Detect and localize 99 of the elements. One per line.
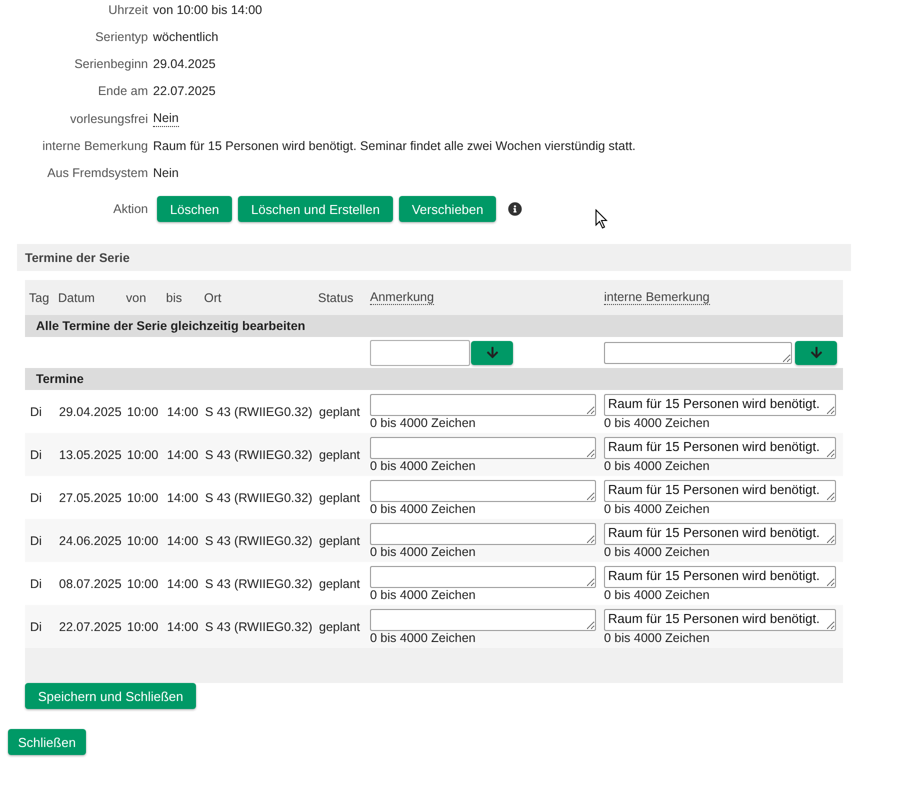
- table-cell-text: 10:00: [126, 404, 160, 418]
- arrow-down-icon: [486, 346, 498, 359]
- table-cell-text: 14:00: [166, 404, 200, 418]
- action-button[interactable]: Verschieben: [398, 196, 496, 222]
- character-hint: 0 bis 4000 Zeichen: [604, 459, 710, 473]
- field-label: Uhrzeit: [107, 3, 148, 18]
- table-cell-text: Di: [29, 448, 43, 462]
- table-cell-text: geplant: [318, 490, 362, 504]
- group-header: Alle Termine der Serie gleichzeitig bearbeiten: [25, 315, 843, 337]
- table-cell-text: 10:00: [126, 620, 160, 634]
- remark-field[interactable]: [370, 394, 596, 416]
- table-cell-text: S 43 (RWIIEG0.32): [204, 534, 314, 548]
- table-cell-text: 08.07.2025: [58, 576, 123, 590]
- table-cell-text: 27.05.2025: [58, 490, 123, 504]
- column-header: interne Bemerkung: [604, 290, 710, 305]
- cursor-icon: [595, 209, 609, 230]
- arrow-down-icon: [810, 346, 822, 359]
- field-value: 22.07.2025: [153, 84, 216, 99]
- table-cell-text: S 43 (RWIIEG0.32): [204, 404, 314, 418]
- table-cell-text: 14:00: [166, 448, 200, 462]
- action-button[interactable]: Löschen und Erstellen: [238, 196, 393, 222]
- group-header: Termine: [25, 368, 843, 390]
- field-value: von 10:00 bis 14:00: [153, 3, 262, 18]
- field-value: Raum für 15 Personen wird benötigt. Seminar findet alle zwei Wochen vierstündig statt.: [153, 139, 636, 154]
- field-label: Serientyp: [94, 30, 148, 45]
- internal-remark-field[interactable]: Raum für 15 Personen wird benötigt.: [604, 609, 836, 631]
- field-label: interne Bemerkung: [41, 139, 148, 154]
- table-cell-text: Di: [29, 490, 43, 504]
- table-cell-text: geplant: [318, 448, 362, 462]
- column-header: Status: [317, 290, 354, 304]
- field-label: Aus Fremdsystem: [46, 166, 148, 181]
- remark-field[interactable]: [370, 480, 596, 502]
- remark-field[interactable]: [370, 437, 596, 459]
- table-cell-text: S 43 (RWIIEG0.32): [204, 576, 314, 590]
- table-cell-text: 14:00: [166, 490, 200, 504]
- remark-field[interactable]: [370, 609, 596, 631]
- character-hint: 0 bis 4000 Zeichen: [604, 502, 710, 516]
- table-cell-text: 29.04.2025: [58, 404, 123, 418]
- table-cell-text: geplant: [318, 534, 362, 548]
- table-cell-text: geplant: [318, 404, 362, 418]
- internal-remark-field[interactable]: Raum für 15 Personen wird benötigt.: [604, 566, 836, 588]
- column-header: bis: [165, 290, 182, 304]
- input-field[interactable]: [370, 340, 470, 366]
- field-value: Nein: [153, 111, 179, 127]
- section-header: Termine der Serie: [17, 244, 851, 271]
- field-label: Aktion: [112, 202, 148, 216]
- field-value: Nein: [153, 166, 179, 181]
- column-header: Tag: [28, 290, 50, 304]
- remark-field[interactable]: [370, 566, 596, 588]
- internal-remark-field[interactable]: Raum für 15 Personen wird benötigt.: [604, 437, 836, 459]
- internal-remark-field[interactable]: Raum für 15 Personen wird benötigt.: [604, 394, 836, 416]
- table-cell-text: 14:00: [166, 620, 200, 634]
- table-cell-text: geplant: [318, 620, 362, 634]
- character-hint: 0 bis 4000 Zeichen: [370, 459, 476, 473]
- table-cell-text: 24.06.2025: [58, 534, 123, 548]
- character-hint: 0 bis 4000 Zeichen: [370, 631, 476, 645]
- table-cell-text: S 43 (RWIIEG0.32): [204, 620, 314, 634]
- field-label: Ende am: [96, 84, 148, 99]
- input-field[interactable]: [604, 342, 792, 364]
- character-hint: 0 bis 4000 Zeichen: [370, 588, 476, 602]
- table-cell-text: S 43 (RWIIEG0.32): [204, 490, 314, 504]
- field-label: vorlesungsfrei: [69, 112, 148, 126]
- info-icon[interactable]: [508, 202, 522, 216]
- character-hint: 0 bis 4000 Zeichen: [604, 631, 710, 645]
- action-button[interactable]: Löschen: [157, 196, 232, 222]
- table-cell-text: 10:00: [126, 534, 160, 548]
- field-label: Serienbeginn: [73, 57, 148, 72]
- table-cell-text: S 43 (RWIIEG0.32): [204, 448, 314, 462]
- table-cell-text: geplant: [318, 576, 362, 590]
- character-hint: 0 bis 4000 Zeichen: [370, 545, 476, 559]
- table-cell-text: 14:00: [166, 534, 200, 548]
- field-value: 29.04.2025: [153, 57, 216, 72]
- column-header: Datum: [57, 290, 95, 304]
- character-hint: 0 bis 4000 Zeichen: [370, 416, 476, 430]
- internal-remark-field[interactable]: Raum für 15 Personen wird benötigt.: [604, 480, 836, 502]
- table-cell-text: 22.07.2025: [58, 620, 123, 634]
- field-value: wöchentlich: [153, 30, 218, 45]
- table-cell-text: Di: [29, 620, 43, 634]
- save-close-button[interactable]: Speichern und Schließen: [25, 683, 196, 709]
- table-cell-text: 13.05.2025: [58, 448, 123, 462]
- table-cell-text: Di: [29, 534, 43, 548]
- table-cell-text: 10:00: [126, 448, 160, 462]
- character-hint: 0 bis 4000 Zeichen: [370, 502, 476, 516]
- table-cell-text: 14:00: [166, 576, 200, 590]
- table-cell-text: Di: [29, 576, 43, 590]
- column-header: von: [125, 290, 146, 304]
- apply-button[interactable]: [795, 340, 837, 364]
- character-hint: 0 bis 4000 Zeichen: [604, 416, 710, 430]
- table-cell-text: 10:00: [126, 490, 160, 504]
- table-cell-text: Di: [29, 404, 43, 418]
- internal-remark-field[interactable]: Raum für 15 Personen wird benötigt.: [604, 523, 836, 545]
- close-button[interactable]: Schließen: [8, 729, 86, 755]
- character-hint: 0 bis 4000 Zeichen: [604, 588, 710, 602]
- remark-field[interactable]: [370, 523, 596, 545]
- column-header: Ort: [203, 290, 222, 304]
- apply-button[interactable]: [471, 340, 513, 364]
- table-cell-text: 10:00: [126, 576, 160, 590]
- column-header: Anmerkung: [370, 290, 434, 305]
- character-hint: 0 bis 4000 Zeichen: [604, 545, 710, 559]
